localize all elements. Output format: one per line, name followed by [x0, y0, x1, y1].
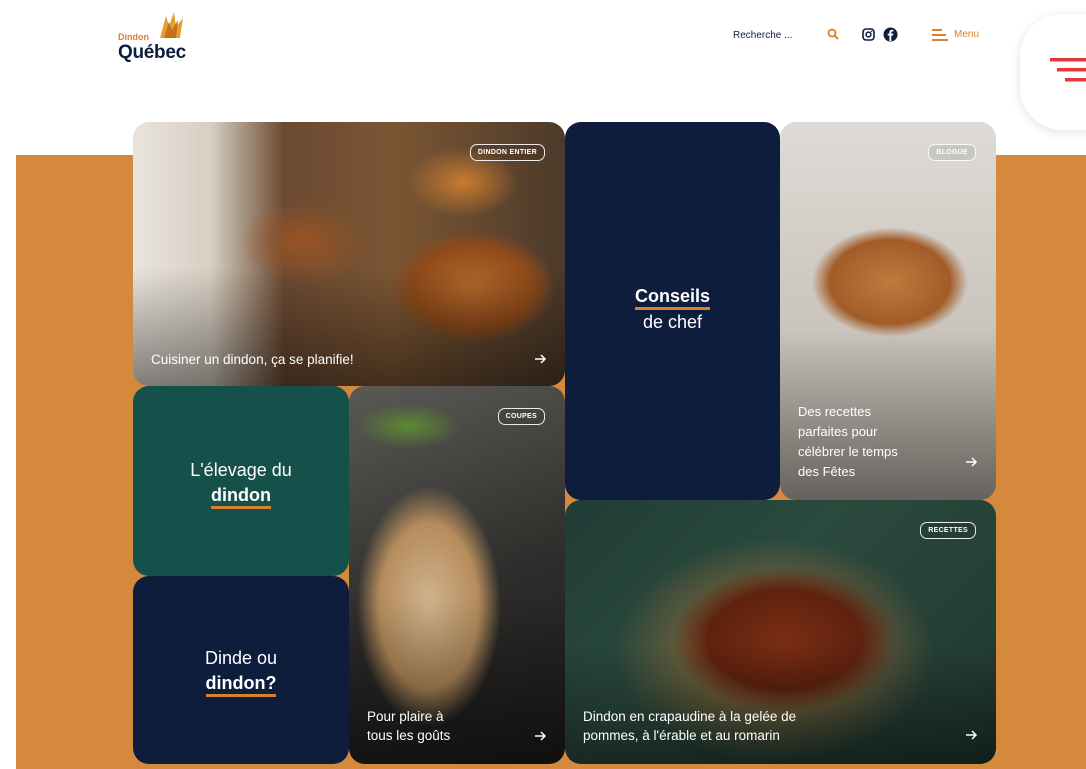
arrow-right-icon[interactable] [966, 730, 978, 740]
arrow-right-icon[interactable] [535, 731, 547, 741]
tile-title: Dinde ou dindon? [133, 646, 349, 697]
caption-line: parfaites pour [798, 424, 878, 439]
caption-line: Dindon en crapaudine à la gelée de [583, 709, 797, 724]
tile-chef-tips[interactable]: Conseils de chef [565, 122, 780, 500]
menu-label[interactable]: Menu [954, 29, 979, 40]
tile-caption: Pour plaire à tous les goûts [367, 707, 450, 745]
category-badge[interactable]: BLOGUE [928, 144, 976, 161]
tile-title-rest: L'élevage du [190, 460, 292, 480]
search-input[interactable]: Recherche ... [733, 30, 792, 41]
tile-title-rest: Dinde ou [204, 648, 278, 668]
category-badge[interactable]: COUPES [497, 408, 545, 425]
tile-caption: Dindon en crapaudine à la gelée de pomme… [583, 707, 796, 745]
maple-leaf-logo-icon [160, 12, 183, 38]
tile-title-highlight: dindon? [205, 672, 277, 697]
tile-title-rest: de chef [642, 312, 703, 332]
category-badge[interactable]: DINDON ENTIER [469, 144, 545, 161]
tile-whole-turkey[interactable]: DINDON ENTIER Cuisiner un dindon, ça se … [133, 122, 565, 386]
logo-small-text: Dindon [118, 32, 149, 42]
tile-caption: Des recettes parfaites pour célébrer le … [798, 402, 898, 482]
caption-line: célébrer le temps [798, 444, 898, 459]
site-logo[interactable]: Dindon Québec [118, 10, 208, 63]
tile-recipes[interactable]: RECETTES Dindon en crapaudine à la gelée… [565, 500, 996, 764]
tile-blog[interactable]: BLOGUE Des recettes parfaites pour céléb… [780, 122, 996, 500]
arrow-right-icon[interactable] [966, 457, 978, 467]
floating-menu-button[interactable] [1020, 14, 1086, 130]
arrow-right-icon[interactable] [535, 354, 547, 364]
category-badge[interactable]: RECETTES [920, 522, 976, 539]
caption-line: des Fêtes [798, 464, 856, 479]
tile-title-highlight: Conseils [634, 285, 711, 310]
tile-title: L'élevage du dindon [133, 458, 349, 509]
tile-cuts[interactable]: COUPES Pour plaire à tous les goûts [349, 386, 565, 764]
tile-title: Conseils de chef [565, 284, 780, 335]
caption-line: tous les goûts [367, 728, 451, 743]
instagram-icon[interactable] [862, 28, 875, 41]
tile-caption: Cuisiner un dindon, ça se planifie! [151, 352, 354, 367]
tile-title-highlight: dindon [211, 484, 271, 509]
caption-line: Pour plaire à [367, 709, 444, 724]
image-shade [565, 645, 996, 764]
search-icon[interactable] [827, 28, 839, 40]
hamburger-icon [1050, 58, 1086, 82]
caption-line: pommes, à l'érable et au romarin [583, 728, 780, 743]
caption-line: Des recettes [798, 404, 871, 419]
tile-dinde-or-dindon[interactable]: Dinde ou dindon? [133, 576, 349, 764]
hamburger-icon[interactable] [932, 28, 948, 42]
tile-turkey-raising[interactable]: L'élevage du dindon [133, 386, 349, 576]
facebook-icon[interactable] [883, 27, 898, 42]
logo-main-text: Québec [118, 42, 186, 63]
